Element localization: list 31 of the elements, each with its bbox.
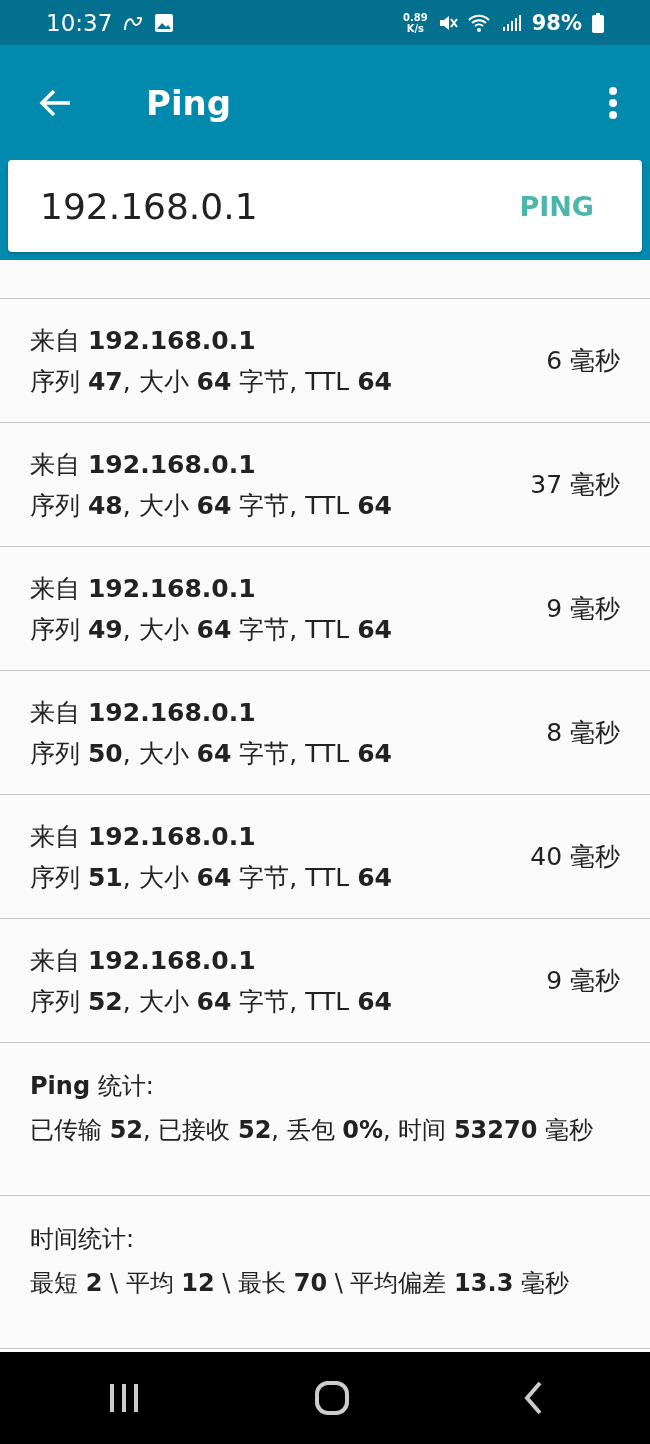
reply-time: 6 毫秒	[546, 345, 620, 377]
statistics-title: 时间统计:	[30, 1224, 136, 1255]
app-title: Ping	[146, 82, 233, 123]
statistics-text: 最短 2 \ 平均 12 \ 最长 70 \ 平均偏差 13.3 毫秒	[30, 1268, 570, 1299]
reply-details: 序列 48, 大小 64 字节, TTL 64	[30, 489, 393, 522]
reply-source: 来自 192.168.0.1	[30, 944, 257, 977]
signal-icon	[501, 12, 522, 33]
battery-level: 98%	[531, 10, 582, 35]
reply-time: 9 毫秒	[546, 965, 620, 997]
statistics-title: Ping 统计:	[30, 1071, 155, 1102]
network-speed: 0.89 K/s	[403, 11, 428, 34]
reply-source: 来自 192.168.0.1	[30, 696, 257, 729]
reply-source: 来自 192.168.0.1	[30, 448, 257, 481]
image-icon	[154, 12, 175, 33]
address-field[interactable]: 192.168.0.1 PING	[8, 160, 642, 252]
reply-details: 序列 52, 大小 64 字节, TTL 64	[30, 985, 393, 1018]
reply-details: 序列 51, 大小 64 字节, TTL 64	[30, 861, 393, 894]
reply-time: 37 毫秒	[530, 469, 620, 501]
reply-details: 序列 47, 大小 64 字节, TTL 64	[30, 365, 393, 398]
reply-time: 9 毫秒	[546, 593, 620, 625]
battery-icon	[592, 12, 604, 33]
reply-source: 来自 192.168.0.1	[30, 324, 257, 357]
wifi-icon	[467, 12, 492, 33]
reply-time: 8 毫秒	[546, 717, 620, 749]
reply-source: 来自 192.168.0.1	[30, 572, 257, 605]
reply-source: 来自 192.168.0.1	[30, 820, 257, 853]
reply-details: 序列 49, 大小 64 字节, TTL 64	[30, 613, 393, 646]
status-time: 10:37	[46, 9, 113, 36]
reply-details: 序列 50, 大小 64 字节, TTL 64	[30, 737, 393, 770]
reply-time: 40 毫秒	[530, 841, 620, 873]
statistics-text: 已传输 52, 已接收 52, 丢包 0%, 时间 53270 毫秒	[30, 1115, 594, 1146]
